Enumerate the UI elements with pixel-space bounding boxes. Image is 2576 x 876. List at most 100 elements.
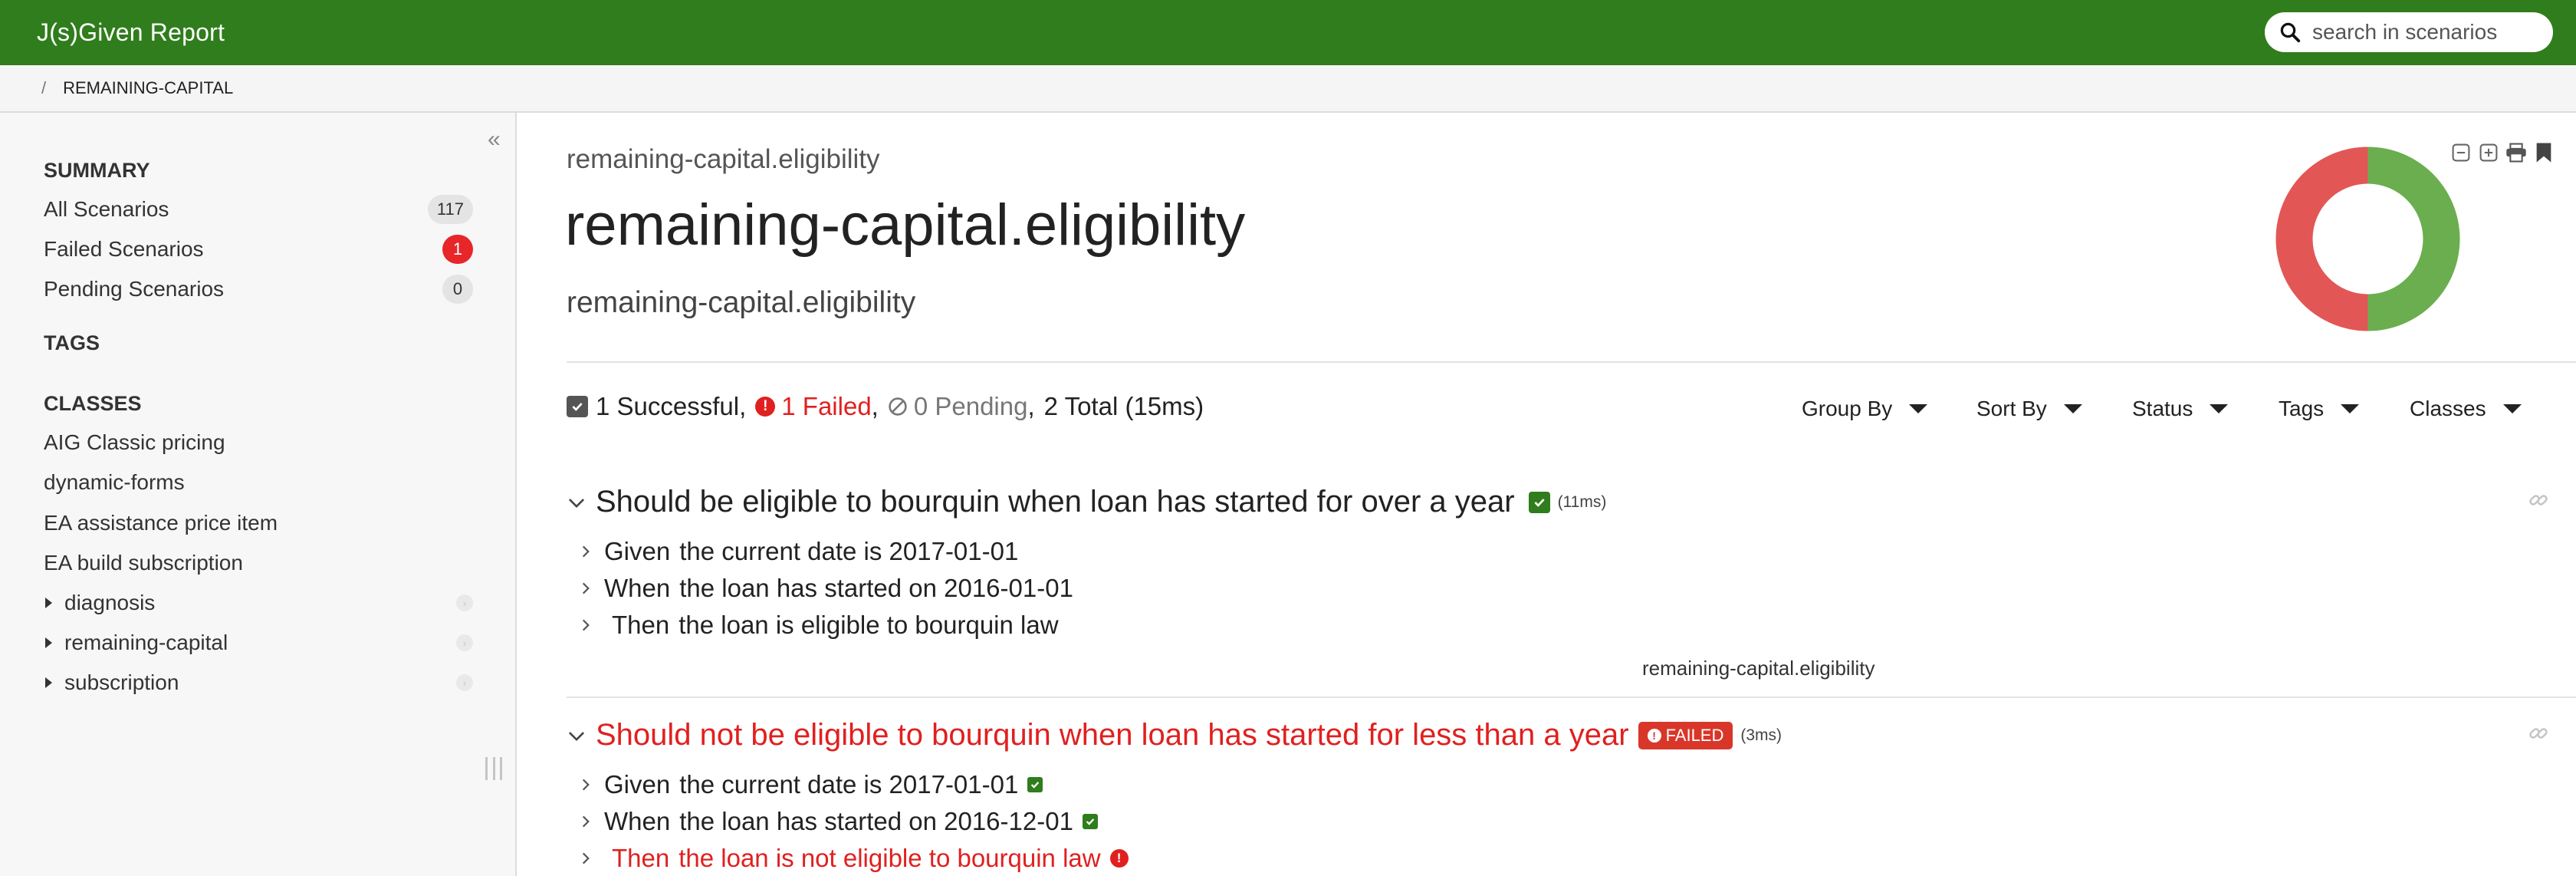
step-text: the loan has started on 2016-01-01 xyxy=(679,574,1073,602)
sidebar-item-label: All Scenarios xyxy=(44,197,169,221)
failed-badge: ! FAILED xyxy=(1638,721,1733,749)
search-box[interactable] xyxy=(2265,12,2553,52)
step-keyword: Then xyxy=(612,611,670,639)
tags-dropdown[interactable]: Tags xyxy=(2279,397,2360,421)
sidebar-class-item[interactable]: EA build subscription xyxy=(44,548,473,578)
chevron-right-icon[interactable] xyxy=(578,580,593,597)
caret-right-icon[interactable] xyxy=(45,677,52,688)
donut-slice-successful[interactable] xyxy=(2367,147,2460,331)
breadcrumb-current[interactable]: REMAINING-CAPITAL xyxy=(63,78,233,98)
tree-item-remaining-capital[interactable]: remaining-capital › xyxy=(44,627,473,658)
app-title[interactable]: J(s)Given Report xyxy=(37,0,225,65)
scenario-title-text: Should not be eligible to bourquin when … xyxy=(596,718,1629,752)
step-when[interactable]: When the loan has started on 2016-12-01 xyxy=(578,807,1098,836)
sidebar-item-all-scenarios[interactable]: All Scenarios 117 xyxy=(44,194,473,225)
status-dropdown[interactable]: Status xyxy=(2132,397,2229,421)
sidebar-item-label: Pending Scenarios xyxy=(44,277,225,301)
success-check-icon xyxy=(1027,777,1043,792)
caret-right-icon[interactable] xyxy=(45,637,52,648)
search-icon xyxy=(2280,22,2301,43)
chevron-right-icon[interactable] xyxy=(578,543,593,560)
expand-all-icon[interactable] xyxy=(2478,142,2499,163)
print-icon[interactable] xyxy=(2505,142,2527,163)
separator: , xyxy=(739,392,747,420)
circle-arrow-icon[interactable]: › xyxy=(456,634,473,651)
step-text: the current date is 2017-01-01 xyxy=(679,537,1019,565)
sidebar-resize-handle[interactable] xyxy=(485,757,502,780)
success-check-icon xyxy=(1528,491,1550,513)
step-when[interactable]: When the loan has started on 2016-01-01 xyxy=(578,574,1073,603)
error-icon: ! xyxy=(1109,849,1129,868)
step-keyword: Given xyxy=(604,537,671,565)
main-content: remaining-capital.eligibility remaining-… xyxy=(518,113,2576,876)
scenario-tag[interactable]: remaining-capital.eligibility xyxy=(1642,657,1875,680)
checkbox-checked-icon xyxy=(567,396,588,417)
toolbar xyxy=(2450,142,2555,163)
header-divider xyxy=(567,361,2576,363)
tree-item-subscription[interactable]: subscription › xyxy=(44,667,473,698)
sidebar-item-failed-scenarios[interactable]: Failed Scenarios 1 xyxy=(44,234,473,265)
chevron-right-icon[interactable] xyxy=(578,776,593,793)
collapse-sidebar-icon[interactable]: « xyxy=(488,127,501,153)
step-keyword: Given xyxy=(604,770,671,799)
caret-down-icon xyxy=(2502,404,2522,413)
dropdown-label: Tags xyxy=(2279,397,2325,420)
sidebar-class-item[interactable]: EA assistance price item xyxy=(44,508,473,538)
group-by-dropdown[interactable]: Group By xyxy=(1802,397,1928,421)
failed-count: 1 Failed xyxy=(781,392,872,420)
successful-count: 1 Successful xyxy=(596,392,740,420)
search-input[interactable] xyxy=(2311,19,2533,45)
top-bar: J(s)Given Report xyxy=(0,0,2576,65)
stats-summary: 1 Successful, ! 1 Failed, 0 Pending, 2 T… xyxy=(567,392,1204,421)
scenario-title-failed[interactable]: Should not be eligible to bourquin when … xyxy=(567,718,1782,753)
caret-down-icon xyxy=(2341,404,2360,413)
sidebar-item-label: Failed Scenarios xyxy=(44,237,204,261)
step-keyword: When xyxy=(604,807,671,835)
dropdown-label: Group By xyxy=(1802,397,1893,420)
caret-down-icon xyxy=(2063,404,2082,413)
page-pretitle: remaining-capital.eligibility xyxy=(567,144,880,174)
separator: , xyxy=(871,392,879,420)
tree-item-diagnosis[interactable]: diagnosis › xyxy=(44,588,473,618)
bookmark-icon[interactable] xyxy=(2533,142,2555,163)
caret-down-icon xyxy=(1909,404,1928,413)
circle-arrow-icon[interactable]: › xyxy=(456,594,473,611)
chevron-down-icon[interactable] xyxy=(567,492,586,512)
chevron-down-icon[interactable] xyxy=(567,726,586,746)
step-given[interactable]: Given the current date is 2017-01-01 xyxy=(578,770,1043,799)
chevron-right-icon[interactable] xyxy=(578,850,593,867)
sort-by-dropdown[interactable]: Sort By xyxy=(1976,397,2082,421)
sidebar: « SUMMARY All Scenarios 117 Failed Scena… xyxy=(0,113,517,876)
scenario-title-text: Should be eligible to bourquin when loan… xyxy=(596,485,1515,519)
donut-slice-failed[interactable] xyxy=(2275,147,2368,331)
scenario-title-success[interactable]: Should be eligible to bourquin when loan… xyxy=(567,485,1606,519)
count-badge: 1 xyxy=(442,235,473,264)
step-text: the current date is 2017-01-01 xyxy=(679,770,1019,799)
step-keyword: Then xyxy=(612,844,670,872)
tree-item-label: diagnosis xyxy=(64,591,156,614)
count-badge: 117 xyxy=(427,195,473,224)
dropdown-label: Sort By xyxy=(1976,397,2047,420)
caret-right-icon[interactable] xyxy=(45,598,52,608)
breadcrumb-separator: / xyxy=(41,78,47,97)
sidebar-class-item[interactable]: AIG Classic pricing xyxy=(44,427,473,458)
sidebar-item-label: AIG Classic pricing xyxy=(44,430,225,454)
chevron-right-icon[interactable] xyxy=(578,813,593,830)
count-badge: 0 xyxy=(442,275,473,304)
link-icon[interactable] xyxy=(2527,722,2550,745)
classes-heading: CLASSES xyxy=(44,392,142,415)
scenario-duration: (11ms) xyxy=(1557,492,1607,511)
step-then[interactable]: Then the loan is eligible to bourquin la… xyxy=(578,611,1059,640)
scenario-duration: (3ms) xyxy=(1740,726,1783,744)
circle-arrow-icon[interactable]: › xyxy=(456,674,473,691)
step-then-failed[interactable]: Then the loan is not eligible to bourqui… xyxy=(578,844,1129,873)
failed-badge-label: FAILED xyxy=(1665,725,1724,745)
link-icon[interactable] xyxy=(2527,489,2550,512)
chevron-right-icon[interactable] xyxy=(578,617,593,634)
step-given[interactable]: Given the current date is 2017-01-01 xyxy=(578,537,1018,566)
separator: , xyxy=(1027,392,1035,420)
sidebar-class-item[interactable]: dynamic-forms xyxy=(44,467,473,498)
dropdown-label: Status xyxy=(2132,397,2193,420)
classes-dropdown[interactable]: Classes xyxy=(2410,397,2522,421)
sidebar-item-pending-scenarios[interactable]: Pending Scenarios 0 xyxy=(44,274,473,305)
